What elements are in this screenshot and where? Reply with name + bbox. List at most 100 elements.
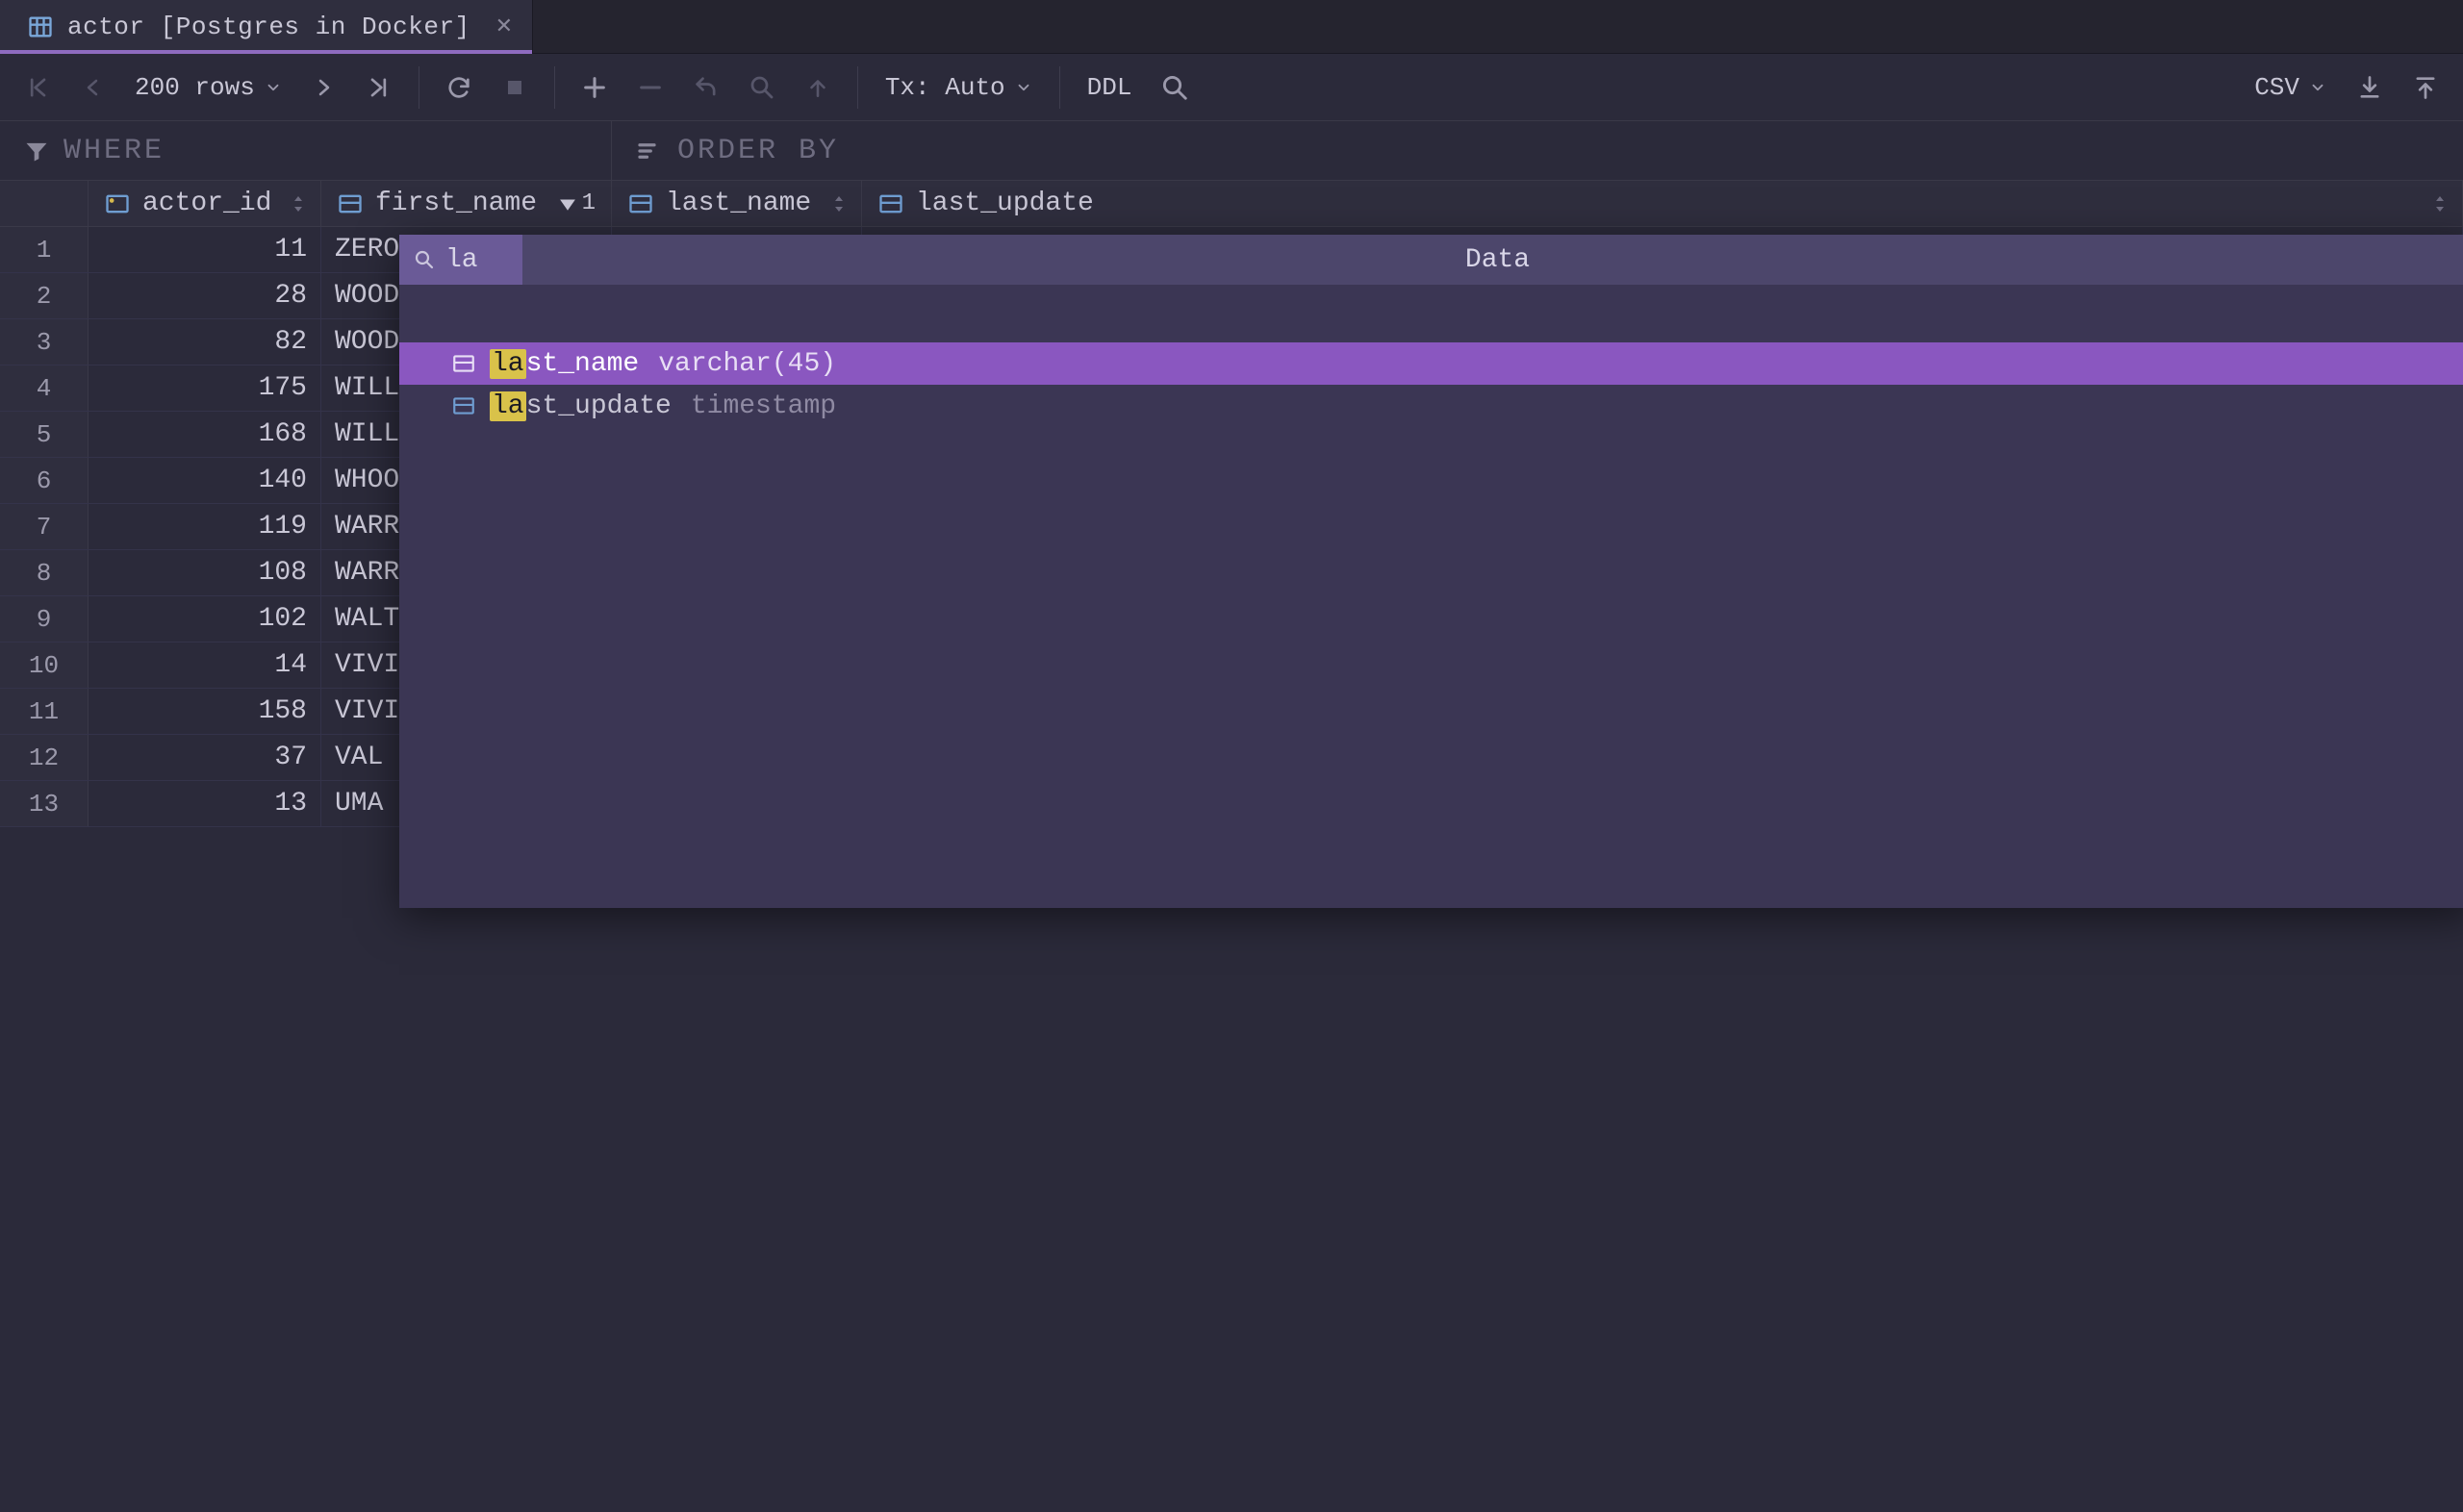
popup-spacer [399, 285, 2463, 342]
delete-row-button[interactable] [624, 62, 676, 113]
refresh-button[interactable] [433, 62, 485, 113]
preview-button[interactable] [736, 62, 788, 113]
row-number: 1 [0, 227, 89, 272]
row-number: 8 [0, 550, 89, 595]
column-icon [337, 190, 364, 217]
ddl-label: DDL [1087, 73, 1132, 102]
column-header-actor-id[interactable]: actor_id [89, 181, 321, 226]
column-label: last_update [916, 189, 1094, 218]
column-label: first_name [375, 189, 537, 218]
first-page-button[interactable] [12, 62, 63, 113]
next-page-button[interactable] [297, 62, 349, 113]
sort-indicator[interactable] [292, 194, 305, 214]
revert-button[interactable] [680, 62, 732, 113]
cell-actor-id[interactable]: 82 [89, 319, 321, 365]
tab-title: actor [Postgres in Docker] [67, 13, 470, 41]
popup-search[interactable] [399, 235, 522, 285]
separator [554, 66, 555, 109]
rows-dropdown[interactable]: 200 rows [123, 73, 293, 102]
order-by-input[interactable]: ORDER BY [612, 121, 2463, 180]
cell-actor-id[interactable]: 140 [89, 458, 321, 503]
autocomplete-item[interactable]: last_name varchar(45) [399, 342, 2463, 385]
row-number: 6 [0, 458, 89, 503]
item-type: varchar(45) [658, 349, 836, 379]
row-number: 2 [0, 273, 89, 318]
tx-mode-dropdown[interactable]: Tx: Auto [872, 62, 1046, 113]
order-label: ORDER BY [677, 135, 839, 167]
column-header-last-name[interactable]: last_name [612, 181, 862, 226]
item-label: last_update [490, 391, 672, 421]
row-number: 12 [0, 735, 89, 780]
ddl-button[interactable]: DDL [1074, 62, 1146, 113]
sort-indicator[interactable] [2433, 194, 2447, 214]
export-dropdown[interactable]: CSV [2241, 62, 2340, 113]
sort-indicator[interactable] [832, 194, 846, 214]
row-number: 5 [0, 412, 89, 457]
column-icon [877, 190, 904, 217]
export-label: CSV [2254, 73, 2299, 102]
row-number: 11 [0, 689, 89, 734]
cell-actor-id[interactable]: 13 [89, 781, 321, 826]
where-label: WHERE [63, 135, 165, 167]
column-icon [627, 190, 654, 217]
row-number: 9 [0, 596, 89, 642]
sort-icon [635, 137, 664, 165]
tab-actor[interactable]: actor [Postgres in Docker] ✕ [0, 0, 533, 53]
item-label: last_name [490, 349, 639, 379]
grid-header: actor_id first_name 1 last_name last_upd… [0, 181, 2463, 227]
cell-actor-id[interactable]: 175 [89, 365, 321, 411]
cell-actor-id[interactable]: 158 [89, 689, 321, 734]
submit-button[interactable] [792, 62, 844, 113]
column-header-last-update[interactable]: last_update [862, 181, 2463, 226]
sort-indicator[interactable]: 1 [559, 190, 596, 216]
popup-empty-area [399, 427, 2463, 908]
row-number: 7 [0, 504, 89, 549]
toolbar: 200 rows Tx: Auto DDL CSV [0, 54, 2463, 121]
cell-actor-id[interactable]: 37 [89, 735, 321, 780]
row-number: 10 [0, 643, 89, 688]
download-button[interactable] [2344, 62, 2396, 113]
stop-button[interactable] [489, 62, 541, 113]
chevron-down-icon [1015, 79, 1032, 96]
popup-header: Data [399, 235, 2463, 285]
upload-button[interactable] [2400, 62, 2451, 113]
chevron-down-icon [2309, 79, 2326, 96]
cell-actor-id[interactable]: 168 [89, 412, 321, 457]
search-icon [413, 248, 436, 271]
close-icon[interactable]: ✕ [495, 14, 513, 39]
popup-search-input[interactable] [445, 245, 513, 275]
last-page-button[interactable] [353, 62, 405, 113]
prev-page-button[interactable] [67, 62, 119, 113]
row-number: 4 [0, 365, 89, 411]
column-header-first-name[interactable]: first_name 1 [321, 181, 612, 226]
autocomplete-popup: Data last_name varchar(45) last_update time… [399, 235, 2463, 908]
column-icon [451, 393, 476, 418]
cell-actor-id[interactable]: 14 [89, 643, 321, 688]
tx-label: Tx: Auto [885, 73, 1005, 102]
cell-actor-id[interactable]: 108 [89, 550, 321, 595]
item-type: timestamp [691, 391, 836, 421]
add-row-button[interactable] [569, 62, 621, 113]
autocomplete-item[interactable]: last_update timestamp [399, 385, 2463, 427]
column-label: actor_id [142, 189, 271, 218]
find-button[interactable] [1149, 62, 1201, 113]
table-icon [27, 13, 54, 40]
row-gutter-header [0, 181, 89, 226]
cell-actor-id[interactable]: 119 [89, 504, 321, 549]
popup-title: Data [522, 235, 2463, 285]
cell-actor-id[interactable]: 11 [89, 227, 321, 272]
rows-label: 200 rows [135, 73, 255, 102]
cell-actor-id[interactable]: 102 [89, 596, 321, 642]
pk-column-icon [104, 190, 131, 217]
sort-order-number: 1 [582, 190, 596, 216]
column-label: last_name [666, 189, 811, 218]
column-icon [451, 351, 476, 376]
filter-icon [23, 138, 50, 164]
sort-desc-icon [559, 197, 576, 211]
row-number: 13 [0, 781, 89, 826]
cell-actor-id[interactable]: 28 [89, 273, 321, 318]
where-clause-input[interactable]: WHERE [0, 121, 612, 180]
tab-bar: actor [Postgres in Docker] ✕ [0, 0, 2463, 54]
chevron-down-icon [265, 79, 282, 96]
row-number: 3 [0, 319, 89, 365]
